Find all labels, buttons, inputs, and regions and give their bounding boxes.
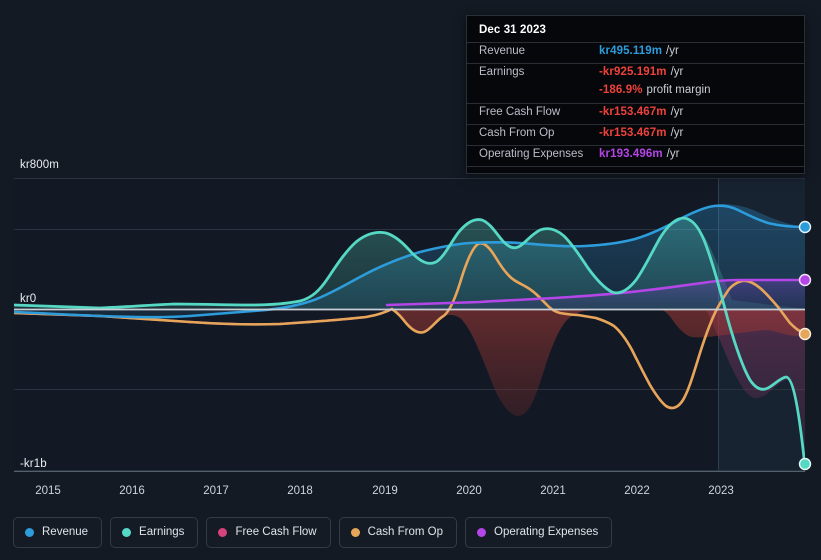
legend-item-operating-expenses[interactable]: Operating Expenses: [465, 517, 613, 548]
legend-dot-free-cash-flow-icon: [218, 528, 228, 537]
legend-dot-operating-expenses-icon: [477, 528, 487, 537]
legend-label-earnings: Earnings: [139, 526, 185, 538]
tooltip-label-revenue: Revenue: [479, 45, 526, 57]
legend-item-revenue[interactable]: Revenue: [13, 517, 103, 548]
tooltip-unit-profit-margin: profit margin: [646, 84, 711, 96]
x-axis-label-2015: 2015: [35, 485, 61, 497]
y-axis-label-bottom: -kr1b: [20, 458, 47, 470]
legend-label-operating-expenses: Operating Expenses: [494, 526, 599, 538]
y-axis-label-top: kr800m: [20, 159, 59, 171]
legend-label-free-cash-flow: Free Cash Flow: [235, 526, 317, 538]
tooltip-unit-cash-from-op: /yr: [670, 127, 684, 139]
tooltip-unit-operating-expenses: /yr: [666, 148, 680, 160]
tooltip-label-free-cash-flow: Free Cash Flow: [479, 106, 561, 118]
tooltip-row-operating-expenses: Operating Expenses kr193.496m /yr: [467, 145, 804, 167]
operating-expenses-end-marker: [798, 273, 812, 287]
tooltip-unit-free-cash-flow: /yr: [670, 106, 684, 118]
tooltip-row-cash-from-op: Cash From Op -kr153.467m /yr: [467, 124, 804, 145]
tooltip-value-revenue: kr495.119m: [599, 45, 663, 57]
tooltip-row-earnings: Earnings -kr925.191m /yr: [467, 63, 804, 84]
legend-item-free-cash-flow[interactable]: Free Cash Flow: [206, 517, 331, 548]
tooltip-label-operating-expenses: Operating Expenses: [479, 148, 584, 160]
legend-dot-cash-from-op-icon: [350, 528, 360, 537]
tooltip-value-free-cash-flow: -kr153.467m: [599, 106, 667, 118]
y-axis-label-zero: kr0: [20, 293, 37, 305]
tooltip-row-revenue: Revenue kr495.119m /yr: [467, 42, 804, 63]
x-axis-label-2018: 2018: [287, 485, 313, 497]
tooltip-value-cash-from-op: -kr153.467m: [599, 127, 667, 139]
legend-dot-earnings-icon: [122, 528, 132, 537]
tooltip-value-earnings: -kr925.191m: [599, 66, 667, 78]
legend-item-earnings[interactable]: Earnings: [110, 517, 199, 548]
tooltip-value-profit-margin: -186.9%: [599, 84, 643, 96]
tooltip-value-operating-expenses: kr193.496m: [599, 148, 663, 160]
legend-label-revenue: Revenue: [42, 526, 89, 538]
tooltip-unit-revenue: /yr: [666, 45, 679, 57]
x-axis-label-2020: 2020: [456, 485, 482, 497]
x-axis-label-2017: 2017: [203, 485, 229, 497]
x-axis-label-2016: 2016: [119, 485, 145, 497]
chart-legend: Revenue Earnings Free Cash Flow Cash Fro…: [13, 517, 613, 548]
tooltip-row-profit-margin: -186.9% profit margin: [467, 84, 804, 103]
legend-label-cash-from-op: Cash From Op: [367, 526, 444, 538]
tooltip-unit-earnings: /yr: [670, 66, 684, 78]
tooltip-row-free-cash-flow: Free Cash Flow -kr153.467m /yr: [467, 103, 804, 124]
cash-from-op-end-marker: [798, 327, 812, 341]
tooltip-label-cash-from-op: Cash From Op: [479, 127, 555, 139]
financial-chart-page: kr800m kr0 -kr1b 2015 2016 2017 2018 201…: [0, 0, 821, 560]
tooltip-label-earnings: Earnings: [479, 66, 525, 78]
legend-item-cash-from-op[interactable]: Cash From Op: [338, 517, 458, 548]
x-axis-label-2021: 2021: [540, 485, 566, 497]
revenue-end-marker: [798, 220, 812, 234]
x-axis-label-2022: 2022: [624, 485, 650, 497]
legend-dot-revenue-icon: [25, 528, 34, 537]
x-axis-label-2019: 2019: [372, 485, 398, 497]
tooltip-date: Dec 31 2023: [479, 24, 546, 36]
chart-tooltip: Dec 31 2023 Revenue kr495.119m /yr Earni…: [466, 15, 805, 174]
earnings-end-marker: [798, 457, 812, 471]
x-axis-label-2023: 2023: [708, 485, 734, 497]
